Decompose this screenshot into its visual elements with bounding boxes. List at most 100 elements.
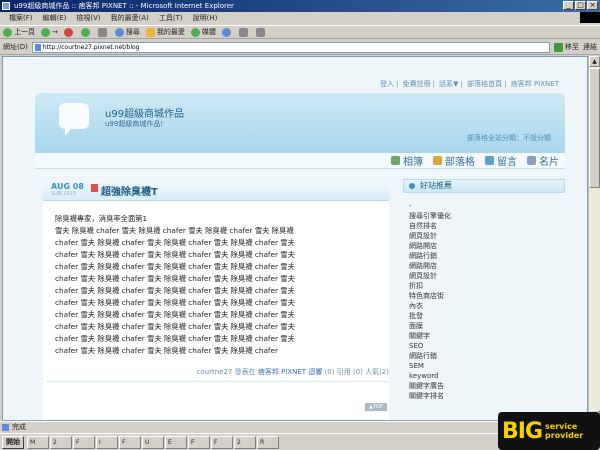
menu-tools[interactable]: 工具(T) xyxy=(154,12,188,24)
toolbar: 上一頁 → 搜尋 我的最愛 媒體 xyxy=(0,25,600,39)
post-divider xyxy=(47,381,389,382)
sidebar-link[interactable]: 關鍵字 xyxy=(409,331,565,341)
taskbar-item[interactable]: U xyxy=(142,435,164,449)
refresh-button[interactable] xyxy=(80,27,92,37)
post-line: chafer 雪夫 除臭襪 chafer 雪夫 除臭襪 chafer 雪夫 除臭… xyxy=(55,334,295,343)
pixnet-link[interactable]: 痞客邦 PIXNET xyxy=(511,80,559,88)
refresh-icon xyxy=(80,27,90,37)
sidebar-link[interactable]: 特色商店街 xyxy=(409,291,565,301)
menu-file[interactable]: 檔案(F) xyxy=(4,12,38,24)
post-title[interactable]: 超強除臭襪T xyxy=(101,183,158,198)
minimize-button[interactable]: _ xyxy=(563,1,574,10)
printer-icon xyxy=(255,27,265,37)
scroll-up-icon[interactable]: ▲ xyxy=(589,56,600,67)
favorites-button[interactable]: 我的最愛 xyxy=(145,27,185,37)
go-button[interactable]: 移至 xyxy=(554,42,579,52)
menu-view[interactable]: 檢視(V) xyxy=(71,12,105,24)
post-line: chafer 雪夫 除臭襪 chafer 雪夫 除臭襪 chafer 雪夫 除臭… xyxy=(55,262,295,271)
message-icon xyxy=(485,156,494,165)
menu-help[interactable]: 說明(H) xyxy=(188,12,223,24)
blog-icon xyxy=(433,156,442,165)
mail-button[interactable] xyxy=(238,27,250,37)
sidebar-link[interactable]: 搜尋引擎優化 xyxy=(409,211,565,221)
taskbar-item[interactable]: F xyxy=(73,435,95,449)
media-icon xyxy=(190,27,200,37)
taskbar-item[interactable]: M xyxy=(27,435,49,449)
back-to-top-button[interactable]: ▲TOP xyxy=(365,403,387,411)
go-arrow-icon xyxy=(554,42,563,52)
media-button[interactable]: 媒體 xyxy=(190,27,216,37)
blog-title[interactable]: u99超級商城作品 xyxy=(105,105,184,120)
home-button[interactable] xyxy=(97,27,109,37)
sidebar-link: - xyxy=(409,202,412,210)
back-button[interactable]: 上一頁 xyxy=(3,27,35,37)
nav-profile[interactable]: 名片 xyxy=(527,153,559,168)
sidebar-link[interactable]: 關鍵字排名 xyxy=(409,391,565,401)
scroll-thumb[interactable] xyxy=(589,68,600,188)
post-date-sub: SUN 2010 xyxy=(51,191,76,197)
blog-header: u99超級商城作品 u99超級商城作品! 部落格全站分類：不設分類 xyxy=(35,93,565,153)
address-input[interactable]: http://courtne27.pixnet.net/blog xyxy=(31,41,550,53)
browser-viewport: 登入 | 免費註冊 | 話系▼ | 部落格首頁 | 痞客邦 PIXNET u99超級商城… xyxy=(2,56,588,421)
sidebar-link[interactable]: 網頁設計 xyxy=(409,231,565,241)
logo-big-text: BIG xyxy=(502,418,543,444)
nav-guestbook[interactable]: 留言 xyxy=(485,153,517,168)
login-link[interactable]: 登入 xyxy=(380,80,394,88)
taskbar-item[interactable]: R xyxy=(257,435,279,449)
window-title-bar[interactable]: u99超級商城作品 :: 痞客邦 PIXNET :: - Microsoft I… xyxy=(0,0,600,12)
taskbar-item[interactable]: I xyxy=(96,435,118,449)
sidebar-link[interactable]: 網路行銷 xyxy=(409,251,565,261)
sidebar-link[interactable]: 自然排名 xyxy=(409,221,565,231)
sidebar-link[interactable]: 批發 xyxy=(409,311,565,321)
vertical-scrollbar[interactable]: ▲ ▼ xyxy=(588,56,600,421)
nav-album[interactable]: 相簿 xyxy=(391,153,423,168)
ie-app-icon xyxy=(2,2,10,10)
post-views: (0) 人氣(2) xyxy=(352,368,389,376)
history-icon xyxy=(221,27,231,37)
taskbar-item[interactable]: 2 xyxy=(234,435,256,449)
links-button[interactable]: 連結 xyxy=(583,42,597,52)
print-button[interactable] xyxy=(255,27,267,37)
taskbar-item[interactable]: F xyxy=(188,435,210,449)
sidebar-link[interactable]: 關鍵字廣告 xyxy=(409,381,565,391)
sidebar-link-list: - 搜尋引擎優化 自然排名 網頁設計 網路開店 網路行銷 網路開店 網頁設計 折… xyxy=(403,193,565,401)
search-button[interactable]: 搜尋 xyxy=(114,27,140,37)
taskbar-item[interactable]: E xyxy=(165,435,187,449)
menu-edit[interactable]: 編輯(E) xyxy=(38,12,72,24)
search-icon xyxy=(114,27,124,37)
maximize-button[interactable]: □ xyxy=(575,1,586,10)
post-ref-count[interactable]: (0) 引用 xyxy=(325,368,351,376)
taskbar-item[interactable]: F xyxy=(211,435,233,449)
sidebar-link[interactable]: keyword xyxy=(409,371,565,381)
sidebar-link[interactable]: 內衣 xyxy=(409,301,565,311)
blog-post: AUG 08 SUN 2010 超強除臭襪T 除臭襪專家，消臭率全面第1 雪夫 … xyxy=(43,179,389,420)
register-link[interactable]: 免費註冊 xyxy=(403,80,431,88)
taskbar-item[interactable]: F xyxy=(119,435,141,449)
address-label: 網址(D) xyxy=(3,43,28,51)
big-service-provider-logo: BIG service provider xyxy=(498,412,600,450)
blog-home-link[interactable]: 部落格首頁 xyxy=(467,80,502,88)
sidebar-link[interactable]: 網路行銷 xyxy=(409,351,565,361)
post-site-link[interactable]: 痞客邦 PIXNET xyxy=(258,368,306,376)
sidebar-link[interactable]: SEO xyxy=(409,341,565,351)
sidebar-link[interactable]: 網路開店 xyxy=(409,261,565,271)
start-button[interactable]: 開始 xyxy=(2,435,24,449)
forward-button[interactable]: → xyxy=(41,27,58,37)
sidebar-link[interactable]: 面膜 xyxy=(409,321,565,331)
post-reply-link[interactable]: 迴響 xyxy=(308,368,322,376)
taskbar-item[interactable]: 2 xyxy=(50,435,72,449)
topic-link[interactable]: 話系▼ xyxy=(439,80,458,88)
sidebar-link[interactable]: SEM xyxy=(409,361,565,371)
post-line: chafer 雪夫 除臭襪 chafer 雪夫 除臭襪 chafer 雪夫 除臭… xyxy=(55,298,295,307)
menu-favorites[interactable]: 我的最愛(A) xyxy=(106,12,154,24)
post-line: chafer 雪夫 除臭襪 chafer 雪夫 除臭襪 chafer 雪夫 除臭… xyxy=(55,238,295,247)
close-button[interactable]: × xyxy=(587,1,598,10)
stop-button[interactable] xyxy=(63,27,75,37)
sidebar-link[interactable]: 折扣 xyxy=(409,281,565,291)
blog-subtitle: u99超級商城作品! xyxy=(105,120,164,128)
sidebar-link[interactable]: 網頁設計 xyxy=(409,271,565,281)
stop-icon xyxy=(63,27,73,37)
nav-blog[interactable]: 部落格 xyxy=(433,153,475,168)
sidebar-link[interactable]: 網路開店 xyxy=(409,241,565,251)
history-button[interactable] xyxy=(221,27,233,37)
